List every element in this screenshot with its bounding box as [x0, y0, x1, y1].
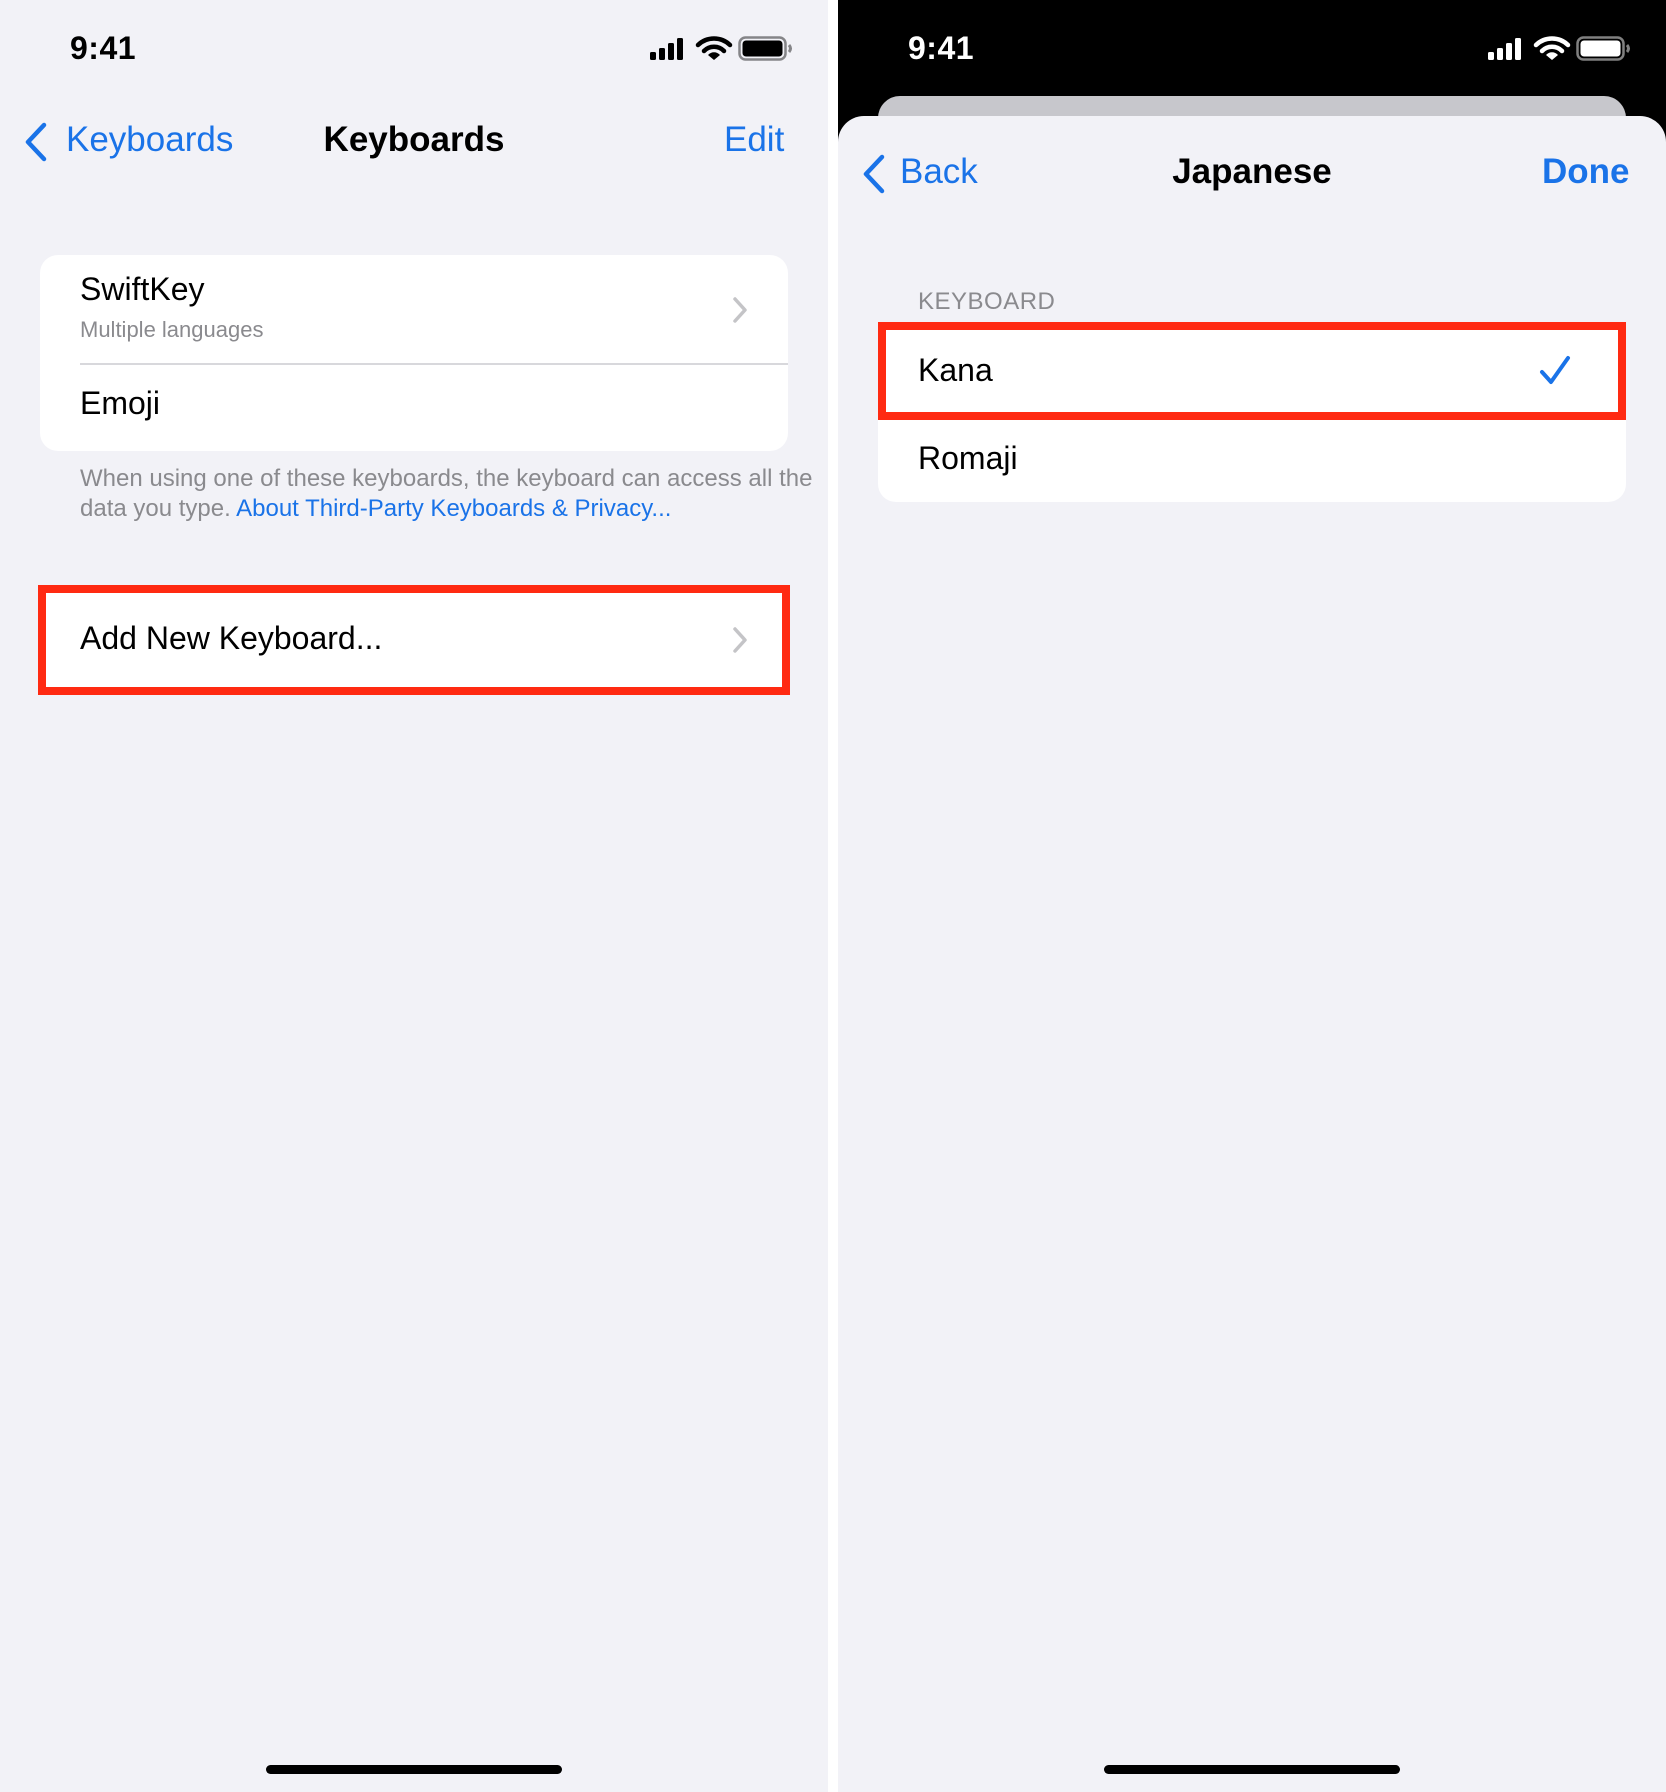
- chevron-left-icon: [25, 122, 47, 162]
- japanese-keyboard-screen: 9:41 Back Japanese Done KEYBOARD Kana Ro…: [838, 0, 1666, 1792]
- status-time: 9:41: [70, 30, 137, 66]
- privacy-link[interactable]: About Third-Party Keyboards & Privacy...: [236, 495, 671, 522]
- keyboards-list: SwiftKey Multiple languages Emoji: [40, 255, 788, 451]
- option-label: Romaji: [918, 440, 1018, 476]
- home-indicator: [1104, 1765, 1400, 1774]
- back-button-label: Keyboards: [66, 120, 234, 159]
- option-row-romaji[interactable]: Romaji: [878, 416, 1626, 502]
- keyboard-subtitle: Multiple languages: [80, 317, 264, 342]
- modal-sheet: Back Japanese Done KEYBOARD Kana Romaji: [838, 116, 1666, 1792]
- status-icons: [1486, 34, 1632, 64]
- page-title: Japanese: [1172, 152, 1332, 191]
- back-button-label: Back: [900, 152, 978, 191]
- keyboard-name: Emoji: [80, 385, 161, 421]
- highlight-box: [38, 585, 790, 695]
- chevron-right-icon: [733, 297, 747, 323]
- highlight-box: [878, 322, 1626, 420]
- status-icons: [648, 34, 794, 64]
- keyboards-settings-screen: 9:41 Keyboards Keyboards Edit SwiftKey M…: [0, 0, 828, 1792]
- wifi-icon: [695, 36, 733, 60]
- wifi-icon: [1533, 36, 1571, 60]
- chevron-left-icon: [863, 154, 885, 194]
- keyboards-footer: When using one of these keyboards, the k…: [80, 464, 820, 524]
- keyboard-row-emoji[interactable]: Emoji: [40, 365, 788, 451]
- home-indicator: [266, 1765, 562, 1774]
- edit-button[interactable]: Edit: [724, 120, 784, 160]
- done-button[interactable]: Done: [1542, 152, 1630, 192]
- page-title: Keyboards: [323, 120, 505, 159]
- status-time: 9:41: [908, 30, 975, 66]
- keyboard-row-swiftkey[interactable]: SwiftKey Multiple languages: [40, 255, 788, 363]
- keyboard-name: SwiftKey: [80, 271, 205, 307]
- section-header: KEYBOARD: [918, 288, 1056, 315]
- battery-icon: [1576, 36, 1630, 61]
- battery-icon: [738, 36, 792, 61]
